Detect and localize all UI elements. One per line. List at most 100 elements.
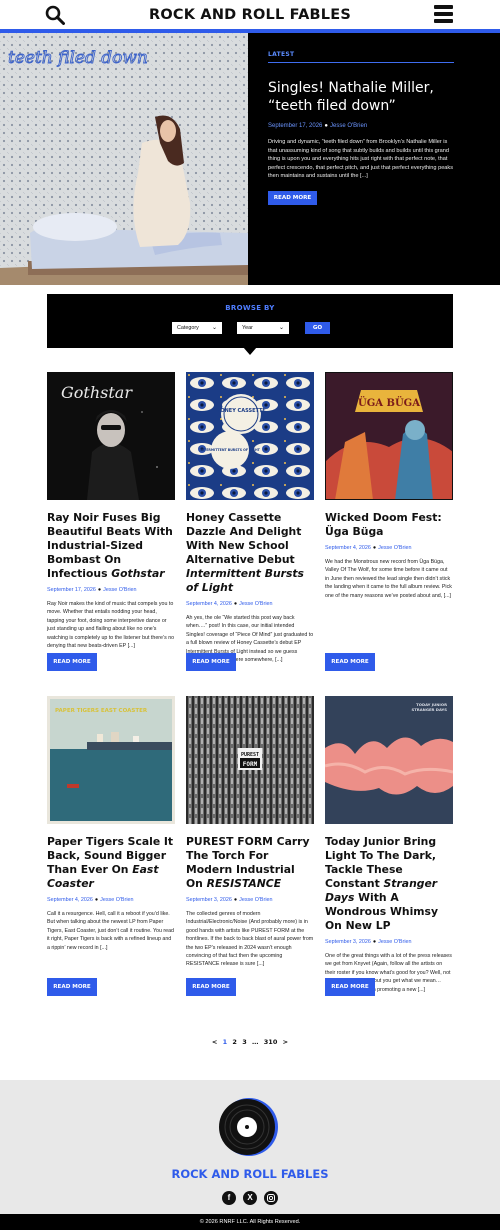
hero-author[interactable]: Jesse O'Brien <box>330 123 367 129</box>
read-more-button[interactable]: READ MORE <box>47 653 97 671</box>
post-meta: September 3, 2026 ● Jesse O'Brien <box>325 939 453 945</box>
post-meta: September 4, 2026 ● Jesse O'Brien <box>186 601 314 607</box>
site-logo[interactable]: ROCK AND ROLL FABLES <box>0 7 500 23</box>
meta-separator: ● <box>97 587 102 593</box>
menu-icon[interactable] <box>434 5 453 23</box>
category-select[interactable]: Category ⌄ <box>172 322 222 334</box>
post-thumbnail[interactable]: PUREST FORM <box>186 696 314 824</box>
post-meta: September 17, 2026 ● Jesse O'Brien <box>47 587 175 593</box>
hero-image-lettering: teeth filed down <box>8 48 148 68</box>
thumbnail-lettering: HONEY CASSETTE <box>216 408 266 414</box>
post-date: September 4, 2026 <box>186 601 232 607</box>
chevron-down-icon: ⌄ <box>211 325 217 331</box>
post-card: TODAY JUNIOR STRANGER DAYS Today Junior … <box>325 696 453 994</box>
go-button[interactable]: GO <box>305 322 330 334</box>
browse-panel: BROWSE BY Category ⌄ Year ⌄ GO <box>47 294 453 348</box>
hero-image[interactable]: teeth filed down <box>0 33 248 285</box>
post-thumbnail[interactable]: ÜGA BÜGA <box>325 372 453 500</box>
hero-meta: September 17, 2026 ● Jesse O'Brien <box>268 123 456 129</box>
post-title[interactable]: Wicked Doom Fest: Üga Büga <box>325 511 453 539</box>
copyright: © 2026 RNRF LLC. All Rights Reserved. <box>0 1214 500 1230</box>
site-header: ROCK AND ROLL FABLES <box>0 0 500 33</box>
post-thumbnail[interactable]: PAPER TIGERS EAST COASTER <box>47 696 175 824</box>
thumbnail-lettering: FORM <box>243 761 258 768</box>
meta-separator: ● <box>233 601 238 607</box>
post-meta: September 4, 2026 ● Jesse O'Brien <box>325 545 453 551</box>
post-author[interactable]: Jesse O'Brien <box>378 545 411 551</box>
post-date: September 17, 2026 <box>47 587 96 593</box>
meta-separator: ● <box>233 897 238 903</box>
post-author[interactable]: Jesse O'Brien <box>100 897 133 903</box>
x-icon[interactable]: X <box>243 1191 257 1205</box>
thumbnail-lettering: STRANGER DAYS <box>411 707 447 712</box>
post-date: September 3, 2026 <box>186 897 232 903</box>
hero-date: September 17, 2026 <box>268 123 323 129</box>
year-select[interactable]: Year ⌄ <box>237 322 289 334</box>
pagination-prev[interactable]: < <box>212 1038 217 1046</box>
pagination-page-last[interactable]: 310 <box>264 1038 278 1046</box>
post-title[interactable]: Ray Noir Fuses Big Beautiful Beats With … <box>47 511 175 581</box>
post-excerpt: Call it a resurgence. Hell, call it a re… <box>47 911 174 951</box>
post-title[interactable]: Today Junior Bring Light To The Dark, Ta… <box>325 835 453 933</box>
hero-title[interactable]: Singles! Nathalie Miller, “teeth filed d… <box>268 79 456 115</box>
pagination-ellipsis: … <box>252 1038 259 1046</box>
thumbnail-lettering: INTERMITTENT BURSTS OF LIGHT <box>200 448 260 452</box>
post-thumbnail[interactable]: Gothstar <box>47 372 175 500</box>
meta-separator: ● <box>94 897 99 903</box>
post-card: HONEY CASSETTE INTERMITTENT BURSTS OF LI… <box>186 372 314 664</box>
read-more-button[interactable]: READ MORE <box>47 978 97 996</box>
post-date: September 4, 2026 <box>47 897 93 903</box>
facebook-icon[interactable]: f <box>222 1191 236 1205</box>
read-more-button[interactable]: READ MORE <box>186 653 236 671</box>
hero-excerpt: Driving and dynamic, “teeth filed down” … <box>268 139 454 180</box>
read-more-button[interactable]: READ MORE <box>186 978 236 996</box>
hero-text-block: LATEST Singles! Nathalie Miller, “teeth … <box>268 51 456 205</box>
pagination: < 1 2 3 … 310 > <box>0 1038 500 1046</box>
chevron-down-icon: ⌄ <box>278 325 284 331</box>
read-more-button[interactable]: READ MORE <box>325 978 375 996</box>
post-excerpt: Ray Noir makes the kind of music that co… <box>47 601 175 650</box>
post-date: September 3, 2026 <box>325 939 371 945</box>
post-meta: September 3, 2026 ● Jesse O'Brien <box>186 897 314 903</box>
post-excerpt: The collected genres of modern Industria… <box>186 911 314 968</box>
footer-logo[interactable]: ROCK AND ROLL FABLES <box>0 1167 500 1181</box>
pagination-page[interactable]: 3 <box>242 1038 247 1046</box>
post-date: September 4, 2026 <box>325 545 371 551</box>
post-author[interactable]: Jesse O'Brien <box>239 897 272 903</box>
pagination-next[interactable]: > <box>283 1038 288 1046</box>
post-card: PUREST FORM PUREST FORM Carry The Torch … <box>186 696 314 969</box>
category-select-value: Category <box>177 325 199 331</box>
post-title[interactable]: Paper Tigers Scale It Back, Sound Bigger… <box>47 835 175 891</box>
post-card: Gothstar Ray Noir Fuses Big Beautiful Be… <box>47 372 175 650</box>
post-card: ÜGA BÜGA Wicked Doom Fest: Üga Büga Sept… <box>325 372 453 600</box>
pagination-page[interactable]: 2 <box>232 1038 237 1046</box>
thumbnail-lettering: Gothstar <box>61 383 133 402</box>
meta-separator: ● <box>324 123 328 129</box>
post-card: PAPER TIGERS EAST COASTER Paper Tigers S… <box>47 696 175 952</box>
post-title[interactable]: PUREST FORM Carry The Torch For Modern I… <box>186 835 314 891</box>
year-select-value: Year <box>242 325 253 331</box>
browse-title: BROWSE BY <box>225 304 275 312</box>
latest-label: LATEST <box>268 51 454 63</box>
post-author[interactable]: Jesse O'Brien <box>239 601 272 607</box>
post-author[interactable]: Jesse O'Brien <box>378 939 411 945</box>
browse-pointer <box>243 347 257 355</box>
thumbnail-lettering: PAPER TIGERS EAST COASTER <box>55 708 148 714</box>
hero-read-more-button[interactable]: READ MORE <box>268 190 317 205</box>
post-author[interactable]: Jesse O'Brien <box>103 587 136 593</box>
meta-separator: ● <box>372 545 377 551</box>
site-footer: ROCK AND ROLL FABLES f X <box>0 1080 500 1214</box>
post-excerpt: We had the Monstrous new record from Üga… <box>325 559 452 599</box>
read-more-button[interactable]: READ MORE <box>325 653 375 671</box>
meta-separator: ● <box>372 939 377 945</box>
thumbnail-lettering: PUREST <box>241 752 259 758</box>
thumbnail-lettering: ÜGA BÜGA <box>358 396 420 409</box>
post-thumbnail[interactable]: TODAY JUNIOR STRANGER DAYS <box>325 696 453 824</box>
post-title[interactable]: Honey Cassette Dazzle And Delight With N… <box>186 511 314 595</box>
instagram-icon[interactable] <box>264 1191 278 1205</box>
post-thumbnail[interactable]: HONEY CASSETTE INTERMITTENT BURSTS OF LI… <box>186 372 314 500</box>
pagination-page-current: 1 <box>222 1038 228 1046</box>
hero-featured-post: teeth filed down LATEST Singles! Nathali… <box>0 33 500 285</box>
post-meta: September 4, 2026 ● Jesse O'Brien <box>47 897 175 903</box>
vinyl-logo-icon[interactable] <box>219 1097 279 1157</box>
